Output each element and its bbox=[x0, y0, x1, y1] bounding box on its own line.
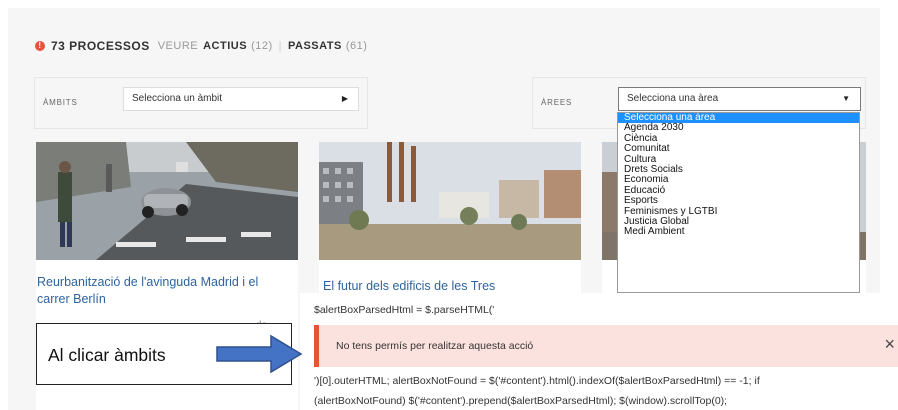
callout-text: Al clicar àmbits bbox=[48, 345, 166, 365]
ambits-select-value: Selecciona un àmbit bbox=[132, 93, 223, 104]
buildings-photo bbox=[319, 142, 581, 260]
street-photo-image bbox=[36, 142, 298, 260]
chevron-down-icon: ▼ bbox=[842, 94, 850, 103]
veure-label: VEURE bbox=[157, 40, 199, 52]
filter-passats-link[interactable]: PASSATS bbox=[288, 40, 342, 52]
ambits-label: ÀMBITS bbox=[43, 98, 78, 107]
arees-select-value: Selecciona una àrea bbox=[627, 93, 719, 104]
filter-actius-link[interactable]: ACTIUS bbox=[203, 40, 247, 52]
caret-right-icon: ▶ bbox=[341, 94, 348, 103]
process-count-bar: ! 73 PROCESSOS VEURE ACTIUS (12) | PASSA… bbox=[35, 37, 367, 55]
code-text-line: (alertBoxNotFound) $('#content').prepend… bbox=[314, 395, 728, 407]
process-count: 73 PROCESSOS bbox=[51, 39, 150, 53]
code-text-line: $alertBoxParsedHtml = $.parseHTML(' bbox=[314, 304, 495, 316]
alert-message: No tens permís per realitzar aquesta acc… bbox=[336, 340, 534, 352]
alert-circle-icon: ! bbox=[35, 41, 45, 51]
arees-dropdown-list[interactable]: Selecciona una àrea Agenda 2030 Ciència … bbox=[617, 112, 860, 293]
dropdown-option[interactable]: Comunitat bbox=[618, 143, 859, 154]
arees-select[interactable]: Selecciona una àrea ▼ bbox=[618, 87, 861, 111]
error-overlay: $alertBoxParsedHtml = $.parseHTML(' No t… bbox=[300, 293, 898, 410]
code-text-line: ')[0].outerHTML; alertBoxNotFound = $('#… bbox=[314, 375, 760, 387]
card-title-link[interactable]: Reurbanització de l'avinguda Madrid i el… bbox=[36, 274, 276, 308]
buildings-photo-image bbox=[319, 142, 581, 260]
actius-count: (12) bbox=[251, 40, 273, 52]
ambits-filter: ÀMBITS Selecciona un àmbit ▶ bbox=[34, 77, 368, 129]
arees-label: ÀREES bbox=[541, 98, 573, 107]
separator: | bbox=[278, 40, 282, 52]
ambits-select[interactable]: Selecciona un àmbit ▶ bbox=[123, 87, 359, 111]
street-photo bbox=[36, 142, 298, 260]
error-alert: No tens permís per realitzar aquesta acc… bbox=[314, 325, 898, 367]
passats-count: (61) bbox=[345, 40, 368, 52]
close-icon[interactable]: × bbox=[884, 335, 895, 353]
arrow-right-icon bbox=[216, 334, 303, 374]
dropdown-option[interactable]: Esports bbox=[618, 195, 859, 206]
dropdown-option[interactable]: Medi Ambient bbox=[618, 226, 859, 237]
